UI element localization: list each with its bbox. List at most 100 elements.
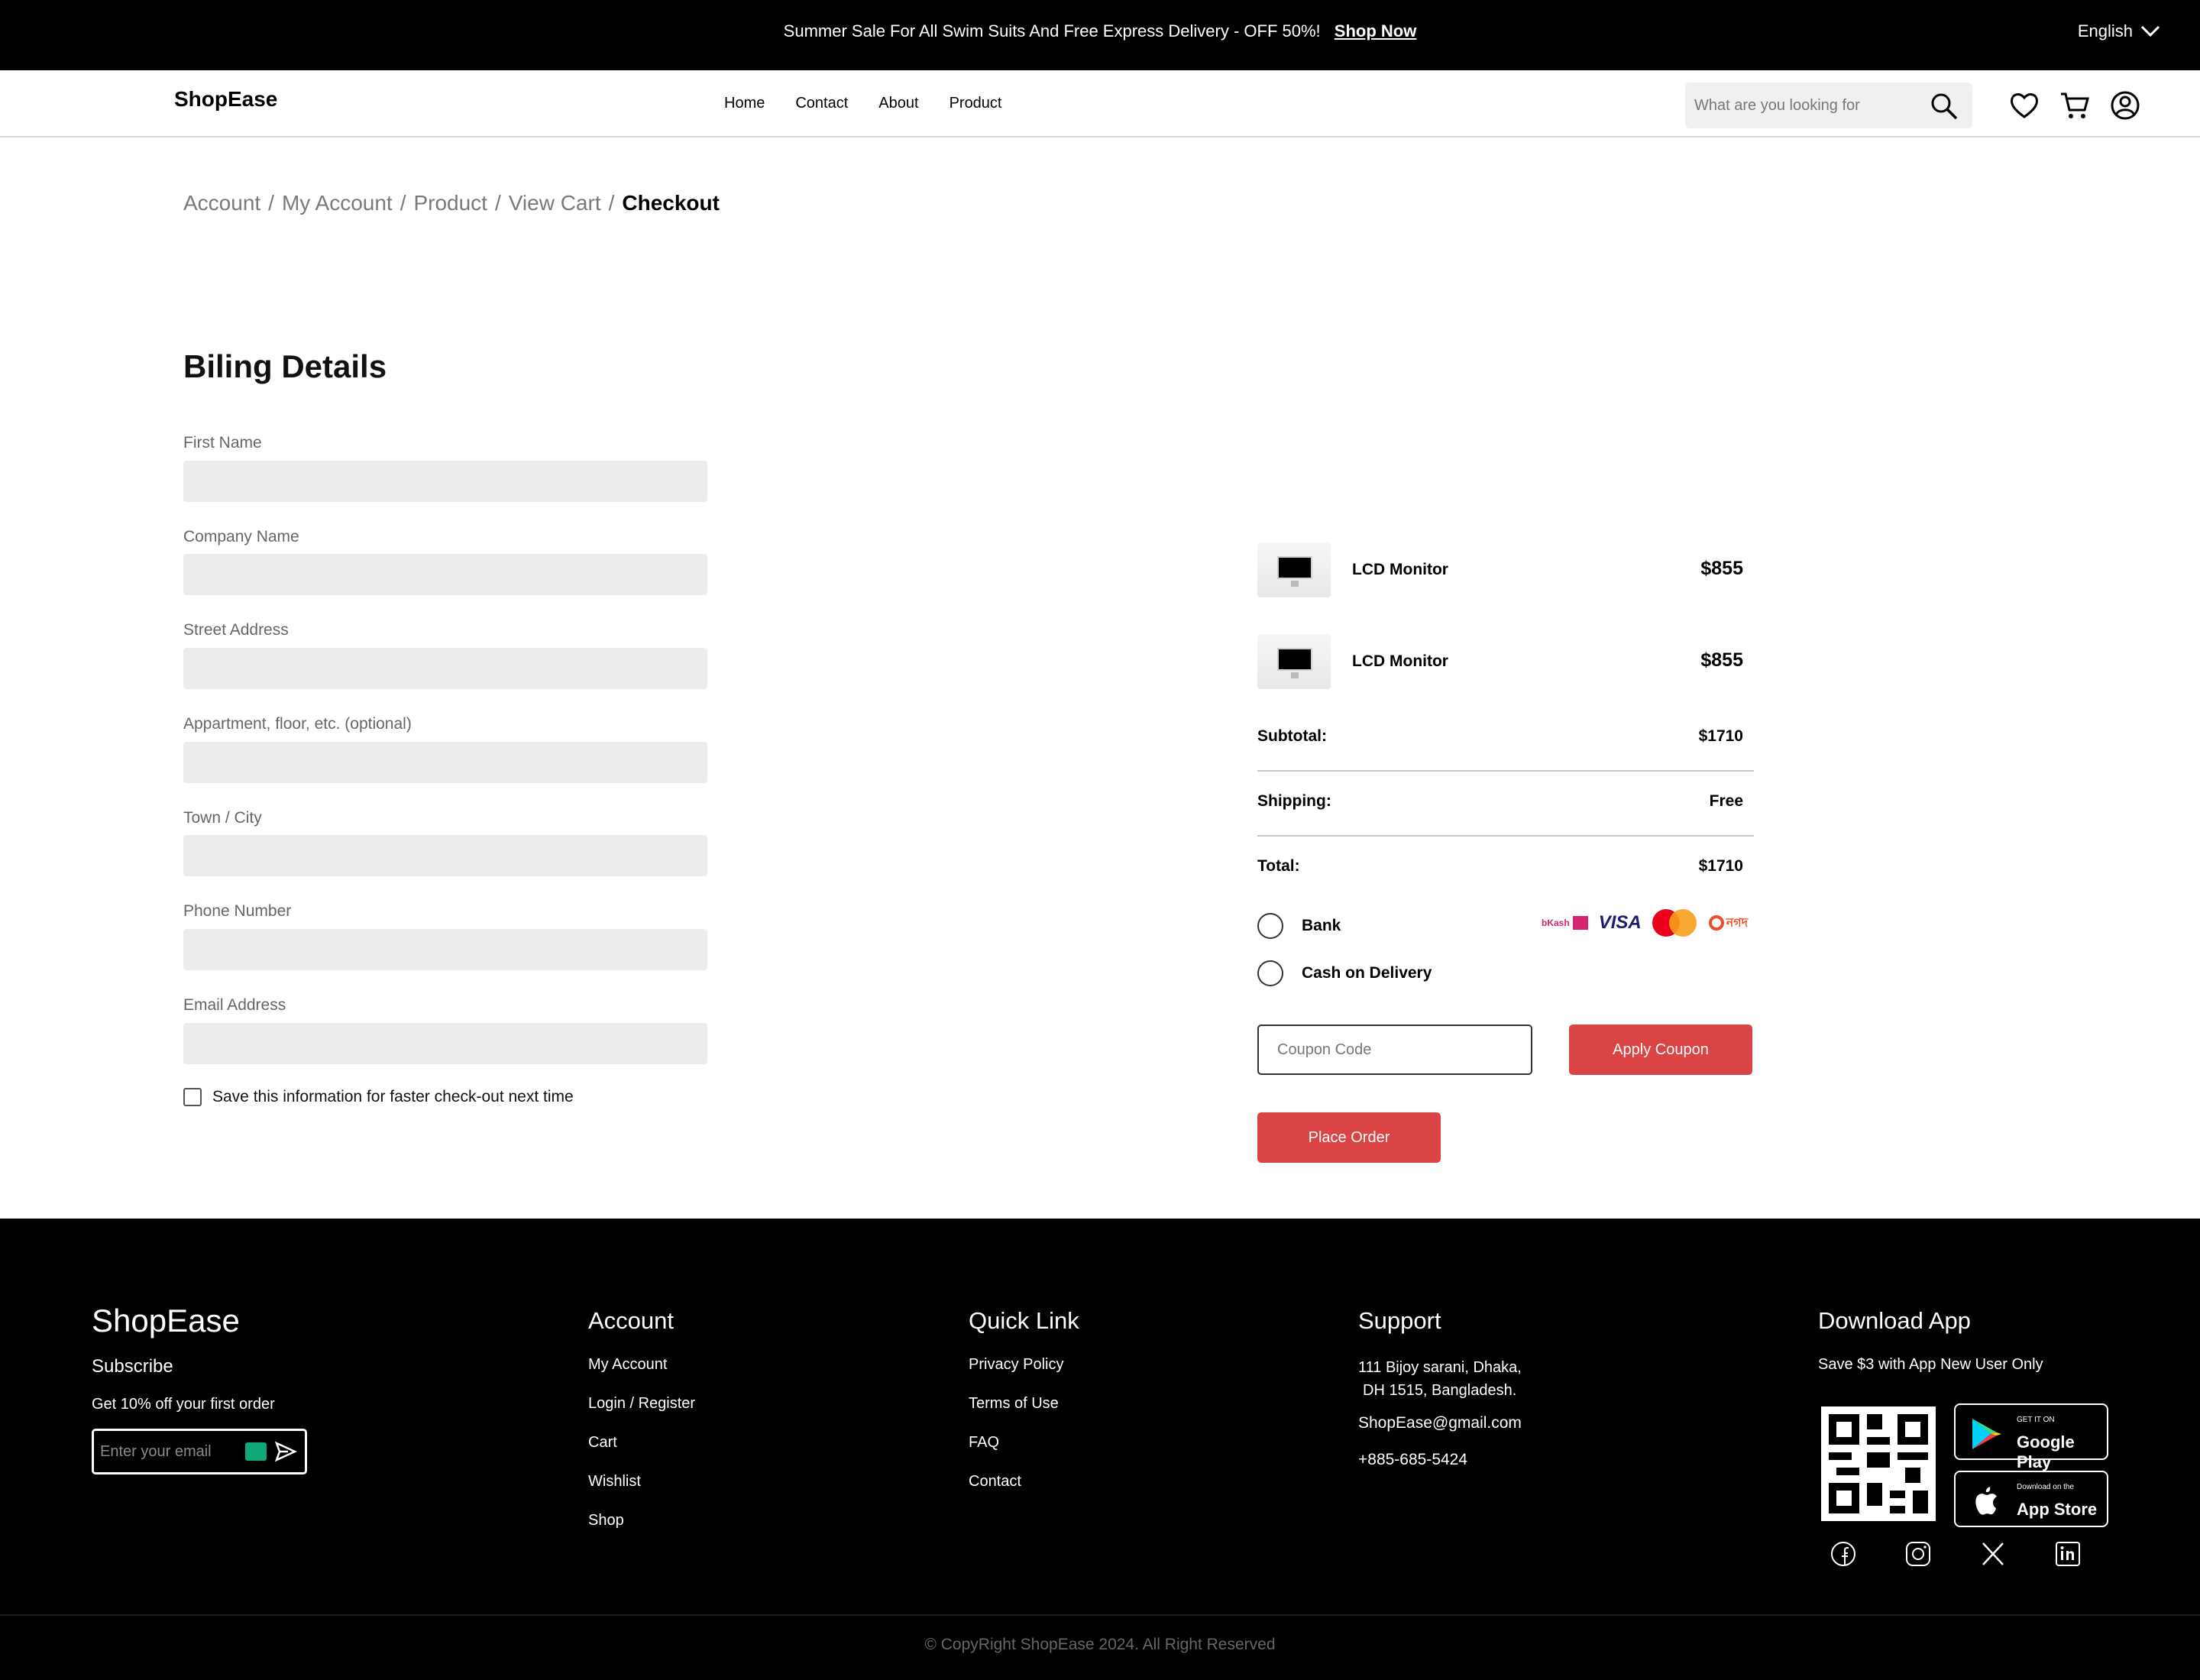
footer-link-contact[interactable]: Contact (969, 1473, 1079, 1491)
subtotal-value: $1710 (1698, 727, 1743, 745)
subtotal-row: Subtotal: $1710 (1257, 727, 1754, 746)
bank-label: Bank (1302, 917, 1341, 934)
announcement-bar: Summer Sale For All Swim Suits And Free … (0, 0, 2200, 70)
footer-quick-link-column: Quick Link Privacy Policy Terms of Use F… (969, 1307, 1079, 1512)
company-name-field[interactable] (183, 554, 707, 595)
breadcrumb-account[interactable]: Account (183, 191, 260, 215)
product-thumbnail (1257, 634, 1331, 689)
google-play-label: Google Play (2017, 1432, 2075, 1471)
footer-link-wishlist[interactable]: Wishlist (588, 1473, 695, 1491)
address-line-2: DH 1515, Bangladesh. (1363, 1382, 1517, 1399)
support-email[interactable]: ShopEase@gmail.com (1358, 1414, 1522, 1432)
footer-link-my-account[interactable]: My Account (588, 1356, 695, 1374)
nagad-logo: নগদ (1708, 913, 1749, 934)
search-icon[interactable] (1930, 92, 1959, 121)
breadcrumb-view-cart[interactable]: View Cart (509, 191, 601, 215)
save-info-label: Save this information for faster check-o… (212, 1088, 574, 1105)
user-icon[interactable] (2108, 89, 2142, 122)
heart-icon[interactable] (2007, 89, 2041, 122)
place-order-button[interactable]: Place Order (1257, 1112, 1441, 1163)
payment-cod-option[interactable]: Cash on Delivery (1257, 960, 1432, 986)
email-address-label: Email Address (183, 996, 286, 1014)
product-price: $855 (1700, 649, 1743, 671)
product-price: $855 (1700, 558, 1743, 579)
language-label: English (2077, 21, 2133, 40)
payment-bank-option[interactable]: Bank (1257, 913, 1341, 939)
cod-radio[interactable] (1257, 960, 1283, 986)
apartment-label: Appartment, floor, etc. (optional) (183, 715, 412, 733)
app-store-small: Download on the (2017, 1483, 2075, 1491)
send-icon[interactable] (274, 1440, 297, 1463)
email-address-field[interactable] (183, 1023, 707, 1064)
nav-home[interactable]: Home (724, 95, 765, 112)
breadcrumb-separator: / (494, 191, 501, 215)
chevron-down-icon (2140, 25, 2160, 37)
apartment-field[interactable] (183, 742, 707, 783)
search-input[interactable] (1694, 83, 1923, 128)
mail-icon (245, 1442, 267, 1461)
logo[interactable]: ShopEase (174, 87, 277, 112)
nav-contact[interactable]: Contact (795, 95, 848, 112)
footer-link-faq[interactable]: FAQ (969, 1434, 1079, 1452)
subscribe-text: Get 10% off your first order (92, 1396, 275, 1413)
address-line-1: 111 Bijoy sarani, Dhaka, (1358, 1359, 1522, 1376)
coupon-code-input[interactable] (1257, 1025, 1532, 1075)
footer-link-cart[interactable]: Cart (588, 1434, 695, 1452)
footer-link-privacy-policy[interactable]: Privacy Policy (969, 1356, 1079, 1374)
footer-link-login-register[interactable]: Login / Register (588, 1395, 695, 1413)
shipping-row: Shipping: Free (1257, 792, 1754, 811)
facebook-icon[interactable] (1829, 1539, 1858, 1568)
mastercard-logo (1652, 909, 1698, 937)
company-name-label: Company Name (183, 528, 299, 545)
divider (1257, 835, 1754, 837)
first-name-field[interactable] (183, 461, 707, 502)
nagad-text: নগদ (1726, 916, 1749, 930)
breadcrumb-my-account[interactable]: My Account (282, 191, 393, 215)
footer-support-column: Support 111 Bijoy sarani, Dhaka, DH 1515… (1358, 1307, 1522, 1487)
google-play-button[interactable]: GET IT ON Google Play (1954, 1403, 2108, 1471)
cart-icon[interactable] (2058, 89, 2092, 122)
footer-link-shop[interactable]: Shop (588, 1512, 695, 1529)
breadcrumb: Account / My Account / Product / View Ca… (183, 191, 720, 215)
town-city-field[interactable] (183, 835, 707, 876)
promo-text: Summer Sale For All Swim Suits And Free … (783, 21, 1321, 40)
street-address-label: Street Address (183, 621, 289, 639)
save-info-checkbox[interactable] (183, 1088, 202, 1106)
app-store-label: App Store (2017, 1500, 2098, 1519)
language-selector[interactable]: English (2078, 21, 2160, 41)
first-name-label: First Name (183, 434, 262, 452)
shop-now-link[interactable]: Shop Now (1335, 21, 1417, 40)
total-label: Total: (1257, 857, 1300, 875)
apply-coupon-button[interactable]: Apply Coupon (1569, 1025, 1752, 1075)
account-heading: Account (588, 1307, 675, 1334)
nav-product[interactable]: Product (950, 95, 1002, 112)
street-address-field[interactable] (183, 648, 707, 689)
header-icons (2007, 89, 2142, 122)
nav-about[interactable]: About (878, 95, 918, 112)
footer-link-terms-of-use[interactable]: Terms of Use (969, 1395, 1079, 1413)
apple-icon (1975, 1487, 1997, 1515)
subscribe-heading: Subscribe (92, 1356, 173, 1377)
download-heading: Download App (1818, 1307, 1971, 1334)
phone-number-label: Phone Number (183, 902, 292, 920)
header: ShopEase Home Contact About Product (0, 70, 2200, 138)
subscribe-email-input[interactable] (100, 1431, 238, 1472)
billing-title: Biling Details (183, 348, 387, 384)
phone-number-field[interactable] (183, 929, 707, 970)
bank-radio[interactable] (1257, 913, 1283, 939)
x-icon[interactable] (1978, 1539, 2007, 1568)
breadcrumb-separator: / (608, 191, 615, 215)
support-heading: Support (1358, 1307, 1441, 1334)
support-phone[interactable]: +885-685-5424 (1358, 1451, 1522, 1469)
instagram-icon[interactable] (1904, 1539, 1933, 1568)
copyright: © CopyRight ShopEase 2024. All Right Res… (924, 1636, 1276, 1653)
breadcrumb-separator: / (268, 191, 274, 215)
linkedin-icon[interactable] (2053, 1539, 2082, 1568)
qr-code (1821, 1406, 1936, 1521)
app-store-button[interactable]: Download on the App Store (1954, 1471, 2108, 1527)
breadcrumb-product[interactable]: Product (413, 191, 487, 215)
breadcrumb-separator: / (400, 191, 406, 215)
bkash-logo: bKash (1542, 916, 1588, 930)
town-city-label: Town / City (183, 809, 262, 827)
visa-logo: VISA (1598, 912, 1642, 933)
